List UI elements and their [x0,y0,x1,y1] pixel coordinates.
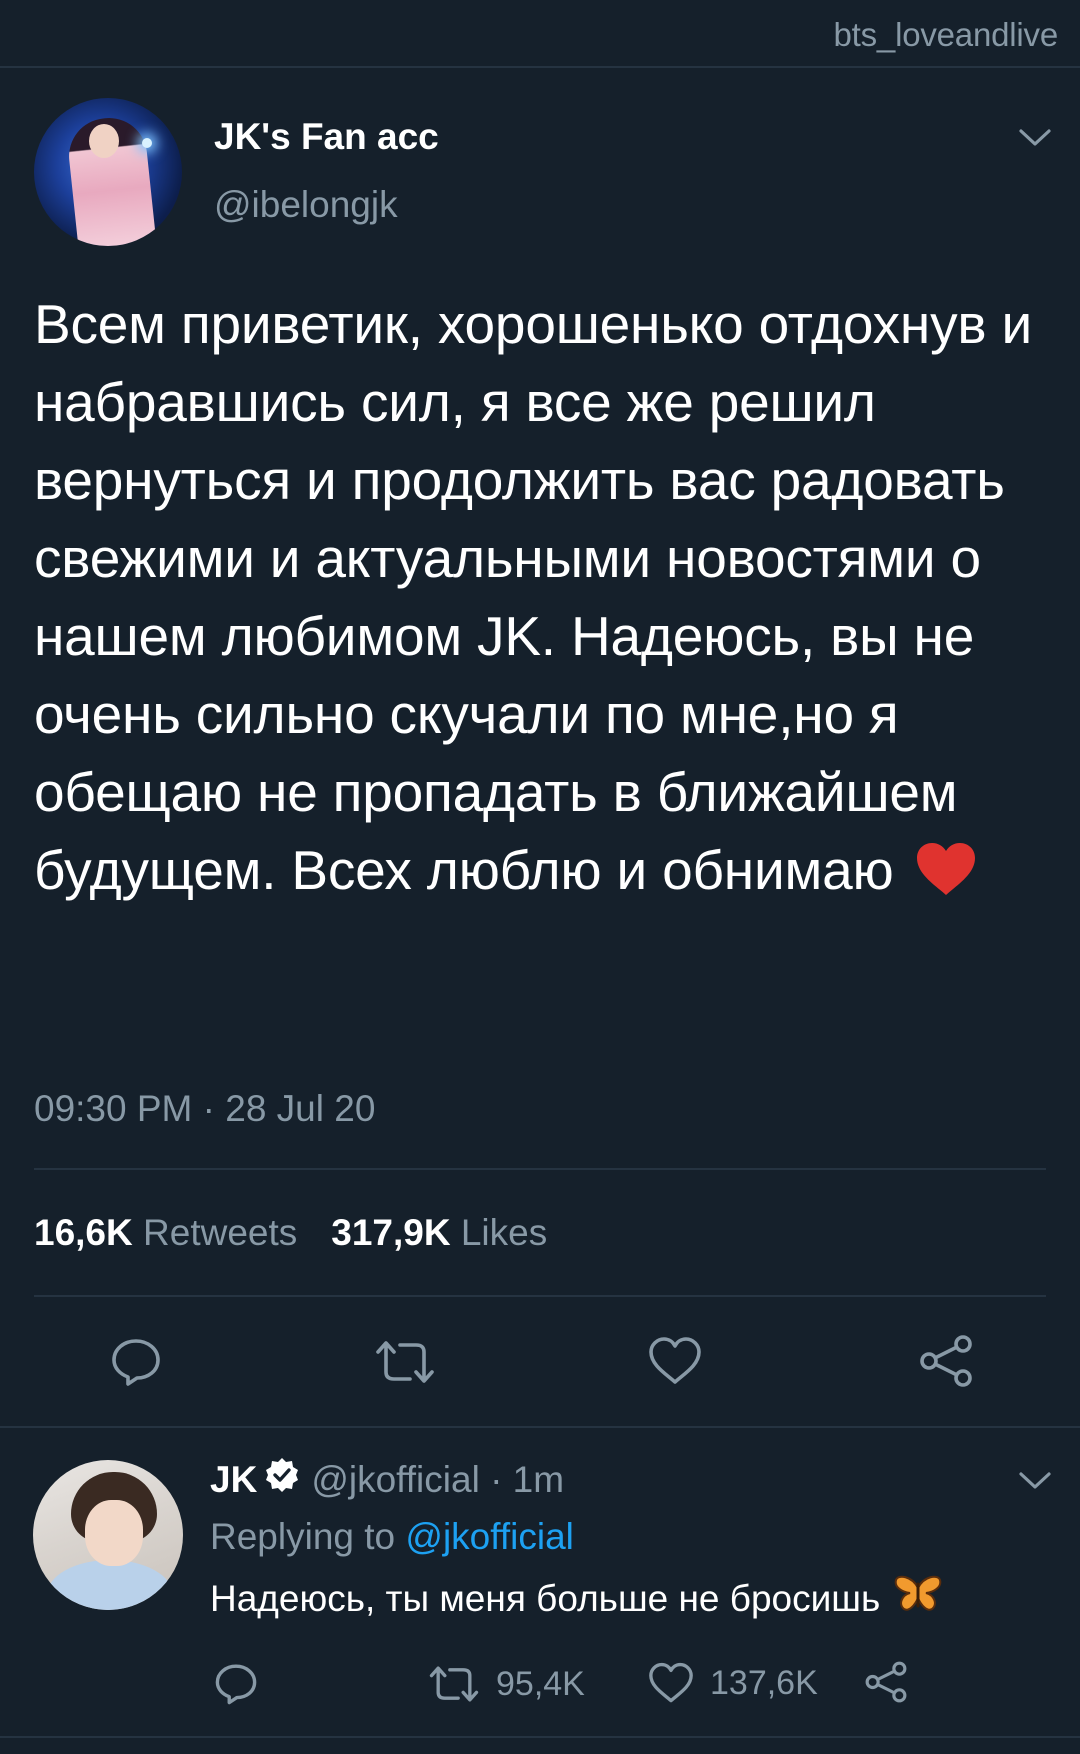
author-avatar[interactable] [34,98,182,246]
reply-author-meta[interactable]: @jkofficial · 1m [311,1459,564,1501]
replying-prefix: Replying to [210,1516,406,1557]
retweets-count: 16,6K [34,1212,133,1253]
avatar-stage-light [142,138,152,148]
reply-icon [215,1664,257,1705]
tweet-timestamp: 09:30 PM · 28 Jul 20 [34,1088,376,1129]
watermark: bts_loveandlive [833,16,1059,53]
stats-top-divider [34,1168,1046,1170]
share-icon [920,1335,972,1387]
tweet-body: Всем приветик, хорошенько отдохнув и наб… [34,293,1033,901]
avatar-face [89,124,119,158]
chevron-down-icon[interactable] [1018,1470,1052,1492]
reply-retweet-count: 95,4K [496,1664,585,1703]
reply-button[interactable] [110,1336,162,1388]
reply-retweet-button[interactable]: 95,4K [428,1664,585,1704]
reply-section-divider [0,1426,1080,1428]
reply-share-button[interactable] [864,1660,908,1704]
likes-stat[interactable]: 317,9K Likes [331,1212,547,1253]
retweet-icon [429,1666,479,1702]
author-handle[interactable]: @ibelongjk [214,184,398,226]
likes-label: Likes [460,1212,548,1253]
retweets-stat[interactable]: 16,6K Retweets [34,1212,297,1253]
share-button[interactable] [918,1334,974,1388]
reply-reply-button[interactable] [214,1662,258,1706]
reply-like-button[interactable]: 137,6K [648,1662,818,1704]
avatar-shirt [47,1560,173,1610]
retweets-label: Retweets [143,1212,298,1253]
share-icon [865,1661,907,1703]
retweet-icon [376,1341,434,1383]
top-divider [0,66,1080,68]
reply-author-avatar[interactable] [33,1460,183,1610]
tweet-text: Всем приветик, хорошенько отдохнув и наб… [34,285,1064,917]
bottom-divider [0,1736,1080,1738]
butterfly-emoji [894,1574,942,1623]
reply-icon [112,1339,160,1386]
reply-body: Надеюсь, ты меня больше не бросишь [210,1577,881,1619]
avatar-face [85,1500,143,1566]
author-name[interactable]: JK's Fan acc [214,116,439,158]
red-heart-emoji [915,839,977,917]
retweet-button[interactable] [374,1338,436,1386]
stats-bottom-divider [34,1295,1046,1297]
likes-count: 317,9K [331,1212,451,1253]
tweet-stats: 16,6K Retweets 317,9K Likes [34,1212,547,1254]
reply-like-count: 137,6K [710,1663,818,1702]
reply-header: JK @jkofficial · 1m [210,1456,564,1503]
chevron-down-icon[interactable] [1018,127,1052,149]
reply-author-name[interactable]: JK [210,1459,257,1501]
like-icon [649,1662,693,1703]
reply-text: Надеюсь, ты меня больше не бросишь [210,1574,942,1623]
like-button[interactable] [648,1336,702,1386]
replying-mention[interactable]: @jkofficial [405,1516,574,1557]
like-icon [649,1337,701,1384]
replying-to: Replying to @jkofficial [210,1516,574,1558]
verified-badge-icon [263,1456,301,1503]
